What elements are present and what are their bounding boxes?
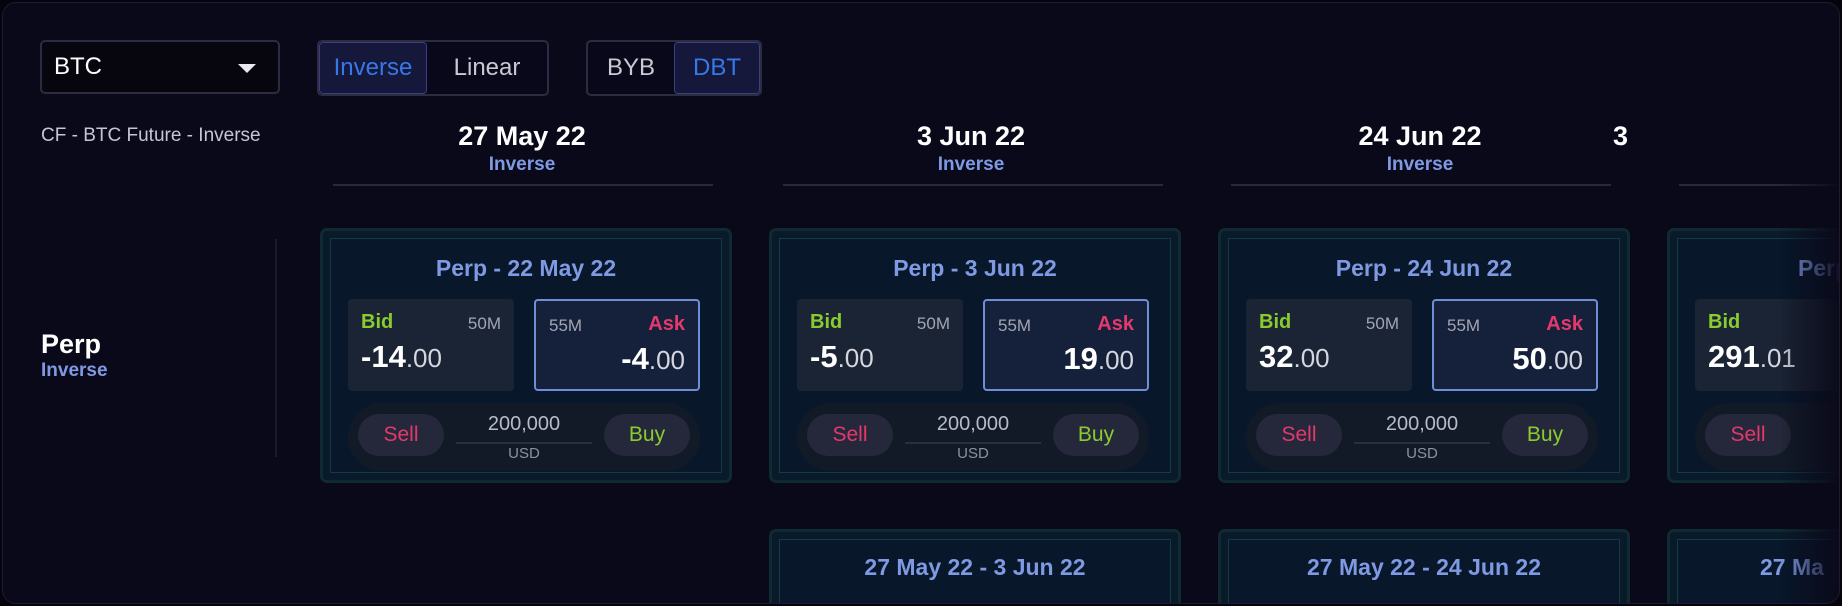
contract-type-linear-button[interactable]: Linear [427, 42, 547, 94]
bid-size: 50M [1365, 314, 1399, 333]
exchange-toggle: BYB DBT [586, 40, 762, 96]
exchange-dbt-button[interactable]: DBT [674, 42, 760, 94]
column-divider [1231, 184, 1611, 186]
quote-card: Perp - 24 Jun 22 Bid 50M 32.00 55M Ask 5… [1218, 228, 1630, 483]
sell-button[interactable]: Sell [1256, 414, 1342, 456]
bid-size: 50M [467, 314, 501, 333]
quantity-currency: USD [957, 445, 989, 462]
row-label: Perp Inverse [41, 329, 108, 382]
column-header: 24 Jun 22 Inverse [1220, 121, 1620, 176]
bid-box[interactable]: Bid 50M -5.00 [797, 299, 963, 391]
bid-box[interactable]: Bid 50 291.01 [1695, 299, 1839, 391]
ask-price: 19.00 [1063, 341, 1134, 376]
column-header: 3 Jun 22 Inverse [771, 121, 1171, 176]
quote-card: Perp Bid 50 291.01 Sell [1667, 228, 1839, 483]
spread-title: 27 May 22 - 3 Jun 22 [864, 554, 1086, 580]
trade-bar: Sell 200,000 USD Buy [1246, 403, 1598, 471]
column-date: 24 Jun 22 [1358, 121, 1482, 151]
quantity-underline [1354, 442, 1490, 444]
row-name: Perp [41, 329, 102, 359]
contract-type-toggle: Inverse Linear [317, 40, 549, 96]
spread-card: 27 Ma [1667, 529, 1839, 603]
column-divider [783, 184, 1163, 186]
bid-box[interactable]: Bid 50M 32.00 [1246, 299, 1412, 391]
ask-box[interactable]: 55M Ask -4.00 [534, 299, 700, 391]
ask-price: 50.00 [1512, 341, 1583, 376]
contract-type-inverse-button[interactable]: Inverse [319, 42, 427, 94]
bid-label: Bid [810, 311, 843, 333]
row-divider [275, 239, 277, 457]
bid-box[interactable]: Bid 50M -14.00 [348, 299, 514, 391]
quantity-underline [456, 442, 592, 444]
bid-price: -5.00 [810, 339, 874, 374]
bid-price: -14.00 [361, 339, 442, 374]
ask-box[interactable]: 55M Ask 50.00 [1432, 299, 1598, 391]
spread-title: 27 May 22 - 24 Jun 22 [1307, 554, 1541, 580]
bid-price: 291.01 [1708, 339, 1796, 374]
quantity-input[interactable]: 200,000 [905, 413, 1041, 436]
app-frame: BTC Inverse Linear BYB DBT CF - BTC Futu… [2, 2, 1840, 604]
bid-label: Bid [1259, 311, 1292, 333]
market-subtitle: CF - BTC Future - Inverse [41, 125, 261, 146]
quantity-currency: USD [508, 445, 540, 462]
quantity-input[interactable]: 200,000 [456, 413, 592, 436]
spread-card: 27 May 22 - 3 Jun 22 [769, 529, 1181, 603]
quantity-currency: USD [1406, 445, 1438, 462]
asset-select[interactable]: BTC [40, 40, 280, 94]
bid-label: Bid [1708, 311, 1741, 333]
bid-size: 50M [916, 314, 950, 333]
buy-button[interactable]: Buy [604, 414, 690, 456]
column-kind: Inverse [488, 154, 556, 175]
column-header: 3 [1613, 121, 1673, 152]
ask-size: 55M [998, 316, 1032, 335]
quantity-underline [905, 442, 1041, 444]
sell-button[interactable]: Sell [1705, 414, 1791, 456]
buy-button[interactable]: Buy [1053, 414, 1139, 456]
sell-button[interactable]: Sell [807, 414, 893, 456]
column-date: 27 May 22 [458, 121, 586, 151]
column-divider [333, 184, 713, 186]
ask-box[interactable]: 55M Ask 19.00 [983, 299, 1149, 391]
spread-card: 27 May 22 - 24 Jun 22 [1218, 529, 1630, 603]
trade-bar: Sell 200,000 USD Buy [797, 403, 1149, 471]
column-header: 27 May 22 Inverse [322, 121, 722, 176]
bid-price: 32.00 [1259, 339, 1330, 374]
asset-select-value: BTC [54, 53, 102, 80]
trade-bar: Sell [1695, 403, 1839, 471]
bid-label: Bid [361, 311, 394, 333]
ask-size: 55M [1447, 316, 1481, 335]
card-title: Perp - 22 May 22 [435, 255, 617, 281]
chevron-down-icon[interactable] [238, 64, 256, 73]
sell-button[interactable]: Sell [358, 414, 444, 456]
column-kind: Inverse [937, 154, 1005, 175]
ask-price: -4.00 [621, 341, 685, 376]
column-divider [1679, 184, 1839, 186]
spread-title: 27 Ma [1760, 554, 1824, 580]
column-date: 3 [1613, 121, 1629, 151]
quote-card: Perp - 22 May 22 Bid 50M -14.00 55M Ask … [320, 228, 732, 483]
ask-label: Ask [648, 313, 685, 335]
column-kind: Inverse [1386, 154, 1454, 175]
quantity-input[interactable]: 200,000 [1354, 413, 1490, 436]
card-title: Perp [1798, 255, 1839, 281]
card-title: Perp - 24 Jun 22 [1335, 255, 1513, 281]
trade-bar: Sell 200,000 USD Buy [348, 403, 700, 471]
quote-card: Perp - 3 Jun 22 Bid 50M -5.00 55M Ask 19… [769, 228, 1181, 483]
card-title: Perp - 3 Jun 22 [893, 255, 1057, 281]
row-kind: Inverse [41, 360, 108, 381]
ask-label: Ask [1097, 313, 1134, 335]
ask-size: 55M [549, 316, 583, 335]
exchange-byb-button[interactable]: BYB [588, 42, 674, 94]
ask-label: Ask [1546, 313, 1583, 335]
column-date: 3 Jun 22 [916, 121, 1026, 151]
buy-button[interactable]: Buy [1502, 414, 1588, 456]
